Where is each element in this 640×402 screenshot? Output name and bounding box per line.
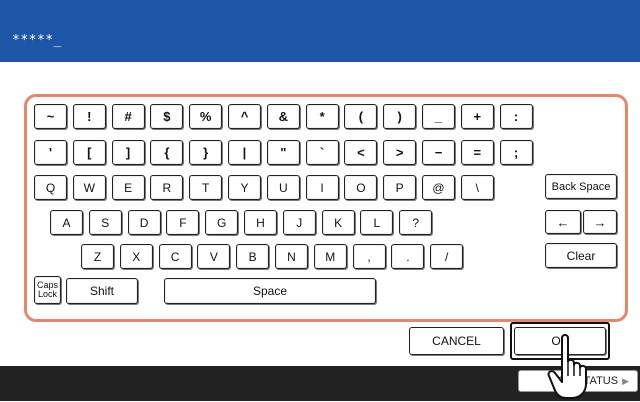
key-row2-7[interactable]: ` (305, 140, 339, 165)
key-row1-10[interactable]: _ (422, 104, 455, 129)
key-row2-8[interactable]: < (344, 140, 378, 165)
key-row5-8[interactable]: . (391, 244, 425, 269)
key-row4-8[interactable]: L (360, 210, 394, 235)
key-row1-4[interactable]: % (189, 104, 223, 129)
key-row4-2[interactable]: D (127, 210, 161, 235)
key-row4-4[interactable]: G (205, 210, 239, 235)
key-row3-2[interactable]: E (111, 175, 145, 200)
key-row2-9[interactable]: > (383, 140, 417, 165)
key-row2-12[interactable]: ; (499, 140, 533, 165)
key-row2-6[interactable]: " (266, 140, 300, 165)
shift-key[interactable]: Shift (66, 278, 138, 304)
key-row4-6[interactable]: J (282, 210, 316, 235)
key-row2-3[interactable]: { (150, 140, 184, 165)
key-row5-4[interactable]: B (236, 244, 270, 269)
key-row2-5[interactable]: | (228, 140, 261, 165)
key-row3-4[interactable]: T (189, 175, 223, 200)
key-row5-7[interactable]: , (352, 244, 386, 269)
space-key[interactable]: Space (164, 278, 376, 304)
key-row2-4[interactable]: } (189, 140, 223, 165)
key-row2-11[interactable]: = (460, 140, 494, 165)
key-row3-0[interactable]: Q (34, 175, 67, 200)
key-row3-9[interactable]: P (383, 175, 417, 200)
caps-lock-key[interactable]: Caps Lock (34, 276, 61, 304)
key-row3-3[interactable]: R (150, 175, 184, 200)
clear-key[interactable]: Clear (545, 243, 617, 268)
key-row4-7[interactable]: K (321, 210, 355, 235)
key-row3-5[interactable]: Y (228, 175, 261, 200)
key-row3-6[interactable]: U (266, 175, 300, 200)
key-row5-9[interactable]: / (430, 244, 464, 269)
key-row2-2[interactable]: ] (111, 140, 145, 165)
key-row4-3[interactable]: F (166, 210, 200, 235)
password-display: *****_ (12, 33, 62, 48)
left-arrow-key[interactable]: ← (545, 210, 581, 234)
key-row4-0[interactable]: A (50, 210, 83, 235)
key-row1-3[interactable]: $ (150, 104, 184, 129)
key-row1-11[interactable]: + (460, 104, 494, 129)
key-row4-1[interactable]: S (88, 210, 122, 235)
key-row1-9[interactable]: ) (383, 104, 417, 129)
key-row2-10[interactable]: − (422, 140, 455, 165)
key-row3-11[interactable]: \ (460, 175, 494, 200)
key-row1-0[interactable]: ~ (34, 104, 67, 129)
pointing-hand-icon (547, 334, 587, 399)
key-row1-6[interactable]: & (266, 104, 300, 129)
caps-lock-label-2: Lock (37, 289, 57, 299)
key-row1-12[interactable]: : (499, 104, 533, 129)
key-row3-7[interactable]: I (305, 175, 339, 200)
key-row5-2[interactable]: C (158, 244, 192, 269)
triangle-right-icon: ▶ (622, 375, 629, 386)
key-row1-5[interactable]: ^ (228, 104, 261, 129)
header-bar: *****_ (0, 0, 640, 62)
key-row1-1[interactable]: ! (72, 104, 106, 129)
key-row1-8[interactable]: ( (344, 104, 378, 129)
key-row4-5[interactable]: H (244, 210, 277, 235)
right-arrow-key[interactable]: → (583, 210, 617, 234)
key-row5-3[interactable]: V (197, 244, 231, 269)
key-row3-8[interactable]: O (344, 175, 378, 200)
left-arrow-icon: ← (556, 214, 570, 230)
cancel-button[interactable]: CANCEL (409, 327, 504, 355)
key-row5-1[interactable]: X (119, 244, 153, 269)
key-row3-10[interactable]: @ (422, 175, 455, 200)
key-row2-0[interactable]: ' (34, 140, 67, 165)
key-row5-0[interactable]: Z (81, 244, 114, 269)
right-arrow-icon: → (593, 214, 607, 230)
key-row1-7[interactable]: * (305, 104, 339, 129)
key-row4-9[interactable]: ? (399, 210, 433, 235)
key-row1-2[interactable]: # (111, 104, 145, 129)
key-row2-1[interactable]: [ (72, 140, 106, 165)
backspace-key[interactable]: Back Space (545, 174, 617, 199)
key-row5-6[interactable]: M (313, 244, 347, 269)
key-row5-5[interactable]: N (275, 244, 308, 269)
key-row3-1[interactable]: W (72, 175, 106, 200)
